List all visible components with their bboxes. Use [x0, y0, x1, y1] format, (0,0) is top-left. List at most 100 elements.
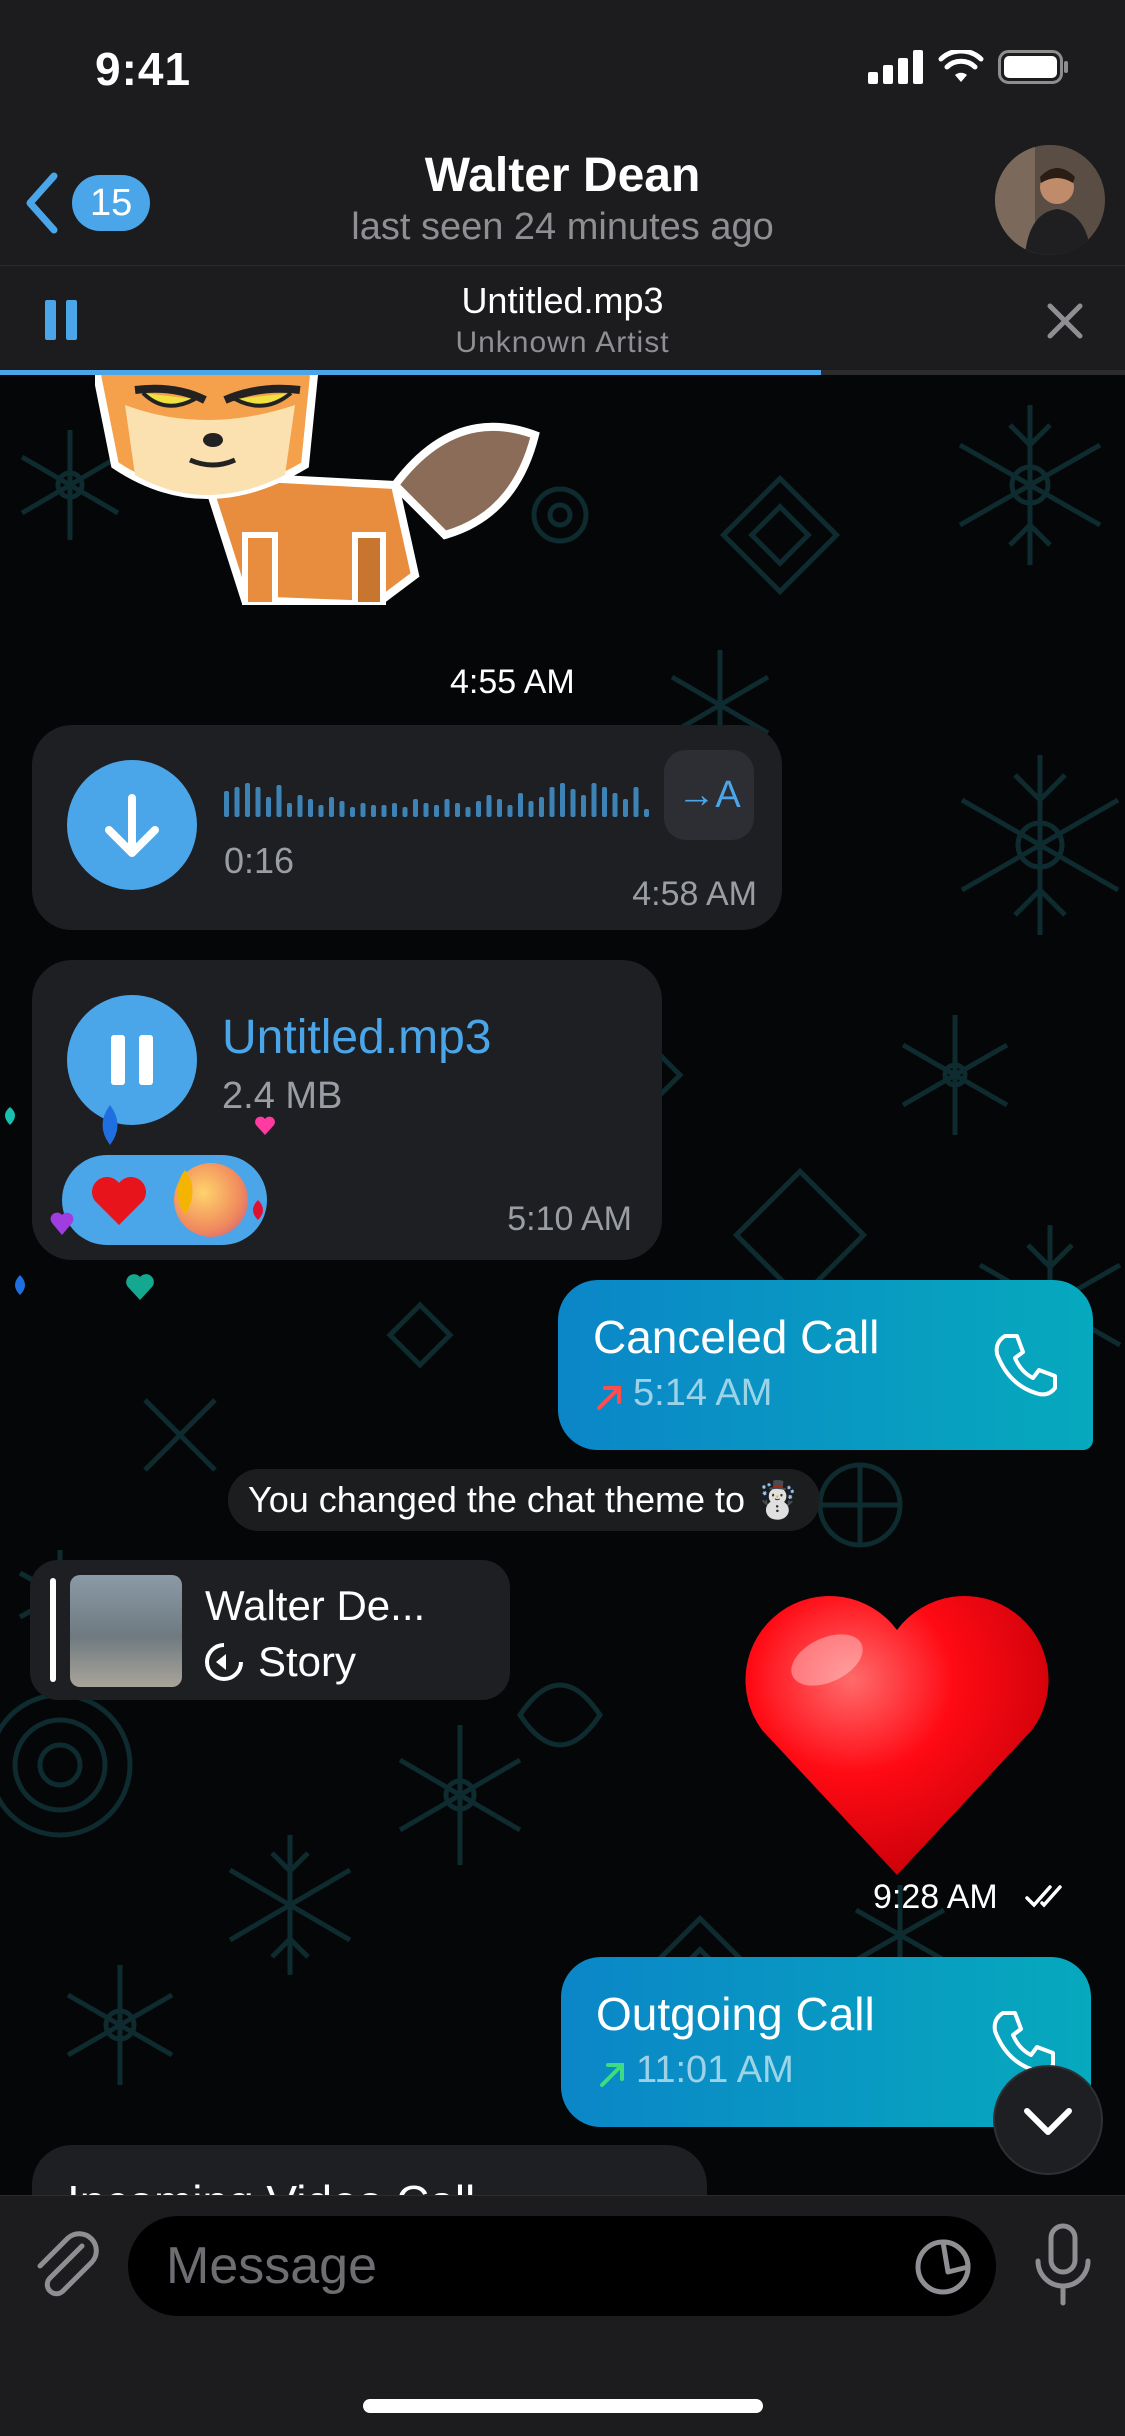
- waveform-bar: [644, 809, 649, 817]
- waveform-bar: [539, 797, 544, 817]
- waveform-bar: [255, 787, 261, 817]
- waveform-bar: [423, 803, 429, 817]
- waveform-bar: [455, 803, 460, 817]
- wifi-icon: [938, 50, 984, 82]
- waveform-bar: [318, 805, 324, 817]
- sticker-timestamp: 4:55 AM: [450, 663, 575, 701]
- call-title: Incoming Video Call: [67, 2175, 475, 2195]
- waveform-bar: [570, 789, 576, 817]
- waveform-bar: [329, 797, 334, 817]
- microphone-icon[interactable]: [1028, 2221, 1098, 2311]
- waveform-bar: [276, 785, 282, 817]
- fox-sticker[interactable]: [95, 375, 575, 605]
- chat-title[interactable]: Walter Dean: [0, 148, 1125, 203]
- snowman-emoji: ☃️: [755, 1479, 800, 1520]
- message-field[interactable]: [128, 2216, 996, 2316]
- heart-timestamp: 9:28 AM: [873, 1878, 998, 1916]
- waveform-bar: [297, 795, 303, 817]
- waveform-bar: [224, 791, 229, 817]
- waveform-bar: [623, 799, 628, 817]
- status-bar: 9:41: [0, 0, 1125, 140]
- voice-duration: 0:16: [224, 840, 295, 881]
- waveform-bar: [434, 805, 439, 817]
- waveform-bar: [476, 801, 481, 817]
- waveform-bar: [518, 793, 523, 817]
- reply-accent-bar: [50, 1578, 56, 1682]
- home-indicator: [363, 2399, 763, 2413]
- audio-file-timestamp: 5:10 AM: [507, 1200, 632, 1238]
- waveform-bar: [591, 783, 597, 817]
- voice-download-button[interactable]: [67, 760, 197, 890]
- avatar[interactable]: [995, 145, 1105, 255]
- waveform-bar: [392, 803, 397, 817]
- chat-header: 15 Walter Dean last seen 24 minutes ago: [0, 140, 1125, 265]
- theme-change-service-message: You changed the chat theme to ☃️: [228, 1469, 820, 1531]
- service-text: You changed the chat theme to: [248, 1479, 746, 1520]
- story-reply-bubble[interactable]: Walter De... Story: [30, 1560, 510, 1700]
- call-missed-arrow-icon: [597, 1386, 621, 1410]
- waveform-bar: [549, 787, 555, 817]
- waveform-bar: [497, 799, 502, 817]
- waveform-bar: [402, 807, 408, 817]
- close-icon[interactable]: [1040, 296, 1090, 346]
- waveform-bar: [612, 793, 618, 817]
- waveform-bar: [245, 783, 250, 817]
- call-title: Canceled Call: [593, 1311, 880, 1363]
- waveform-bar: [308, 799, 313, 817]
- waveform-bar: [581, 795, 586, 817]
- waveform-bar: [602, 787, 607, 817]
- canceled-call-bubble[interactable]: Canceled Call 5:14 AM: [558, 1280, 1093, 1450]
- phone-icon[interactable]: [989, 1328, 1063, 1402]
- waveform-bar: [413, 799, 418, 817]
- voice-timestamp: 4:58 AM: [632, 875, 757, 913]
- voice-waveform: [224, 783, 649, 817]
- player-track-artist: Unknown Artist: [455, 326, 670, 359]
- story-author: Walter De...: [205, 1582, 426, 1629]
- audio-file-name: Untitled.mp3: [222, 1011, 492, 1064]
- waveform-bar: [266, 797, 271, 817]
- waveform-bar: [560, 783, 565, 817]
- waveform-bar: [486, 795, 492, 817]
- incoming-video-call-bubble[interactable]: Incoming Video Call: [32, 2145, 707, 2195]
- story-label: Story: [258, 1638, 357, 1685]
- waveform-bar: [234, 787, 240, 817]
- message-input[interactable]: [166, 2216, 866, 2316]
- cellular-signal-icon: [868, 50, 923, 84]
- avatar-photo: [995, 145, 1105, 255]
- status-icons: [868, 50, 1070, 84]
- waveform-bar: [507, 805, 513, 817]
- player-track-title: Untitled.mp3: [461, 280, 664, 321]
- waveform-bar: [633, 787, 639, 817]
- story-thumbnail: [70, 1575, 182, 1687]
- message-input-bar: [0, 2195, 1125, 2436]
- scroll-to-bottom-button[interactable]: [993, 2065, 1103, 2175]
- waveform-bar: [360, 803, 366, 817]
- story-replay-icon: [205, 1643, 243, 1681]
- sticker-icon[interactable]: [912, 2236, 974, 2298]
- battery-icon: [998, 50, 1068, 84]
- waveform-bar: [287, 803, 292, 817]
- waveform-bar: [465, 807, 471, 817]
- heart-emoji-message[interactable]: [732, 1580, 1062, 1880]
- waveform-bar: [339, 801, 345, 817]
- waveform-bar: [350, 807, 355, 817]
- download-arrow-icon: [105, 794, 159, 857]
- transcribe-button[interactable]: →A: [664, 750, 754, 840]
- voice-message-bubble[interactable]: 0:16 →A 4:58 AM: [32, 725, 782, 930]
- floating-hearts-effect: [5, 1105, 275, 1300]
- waveform-bar: [381, 805, 387, 817]
- chevron-down-icon: [1024, 2108, 1072, 2135]
- last-seen-status: last seen 24 minutes ago: [351, 206, 774, 248]
- waveform-bar: [528, 801, 534, 817]
- call-time: 5:14 AM: [633, 1372, 773, 1414]
- chat-messages[interactable]: 4:55 AM 0:16 →A 4:58 AM Untitled.mp3 2.4…: [0, 375, 1125, 2195]
- paperclip-icon[interactable]: [30, 2228, 102, 2304]
- call-title: Outgoing Call: [596, 1988, 875, 2040]
- double-check-read-icon: [1025, 1885, 1062, 1908]
- waveform-bar: [371, 805, 376, 817]
- audio-player-bar[interactable]: Untitled.mp3 Unknown Artist: [0, 265, 1125, 375]
- call-time: 11:01 AM: [636, 2049, 794, 2091]
- call-outgoing-arrow-icon: [600, 2063, 624, 2087]
- waveform-bar: [444, 799, 450, 817]
- status-time: 9:41: [95, 43, 192, 95]
